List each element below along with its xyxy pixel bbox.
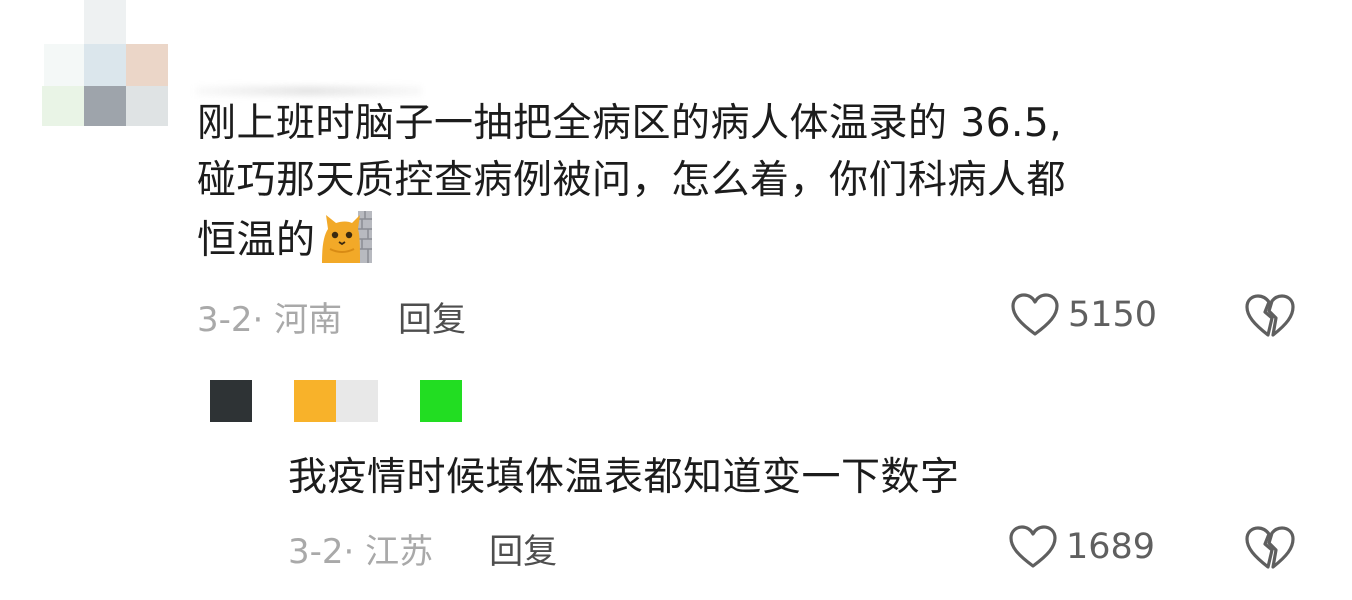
avatar-pixel <box>294 380 336 422</box>
avatar-pixel <box>336 380 378 422</box>
reply-date-location: 3-2· 江苏 <box>288 532 434 572</box>
avatar-pixel <box>420 380 462 422</box>
avatar-pixel <box>44 44 84 86</box>
like-button[interactable]: 5150 <box>1010 292 1157 338</box>
like-count: 5150 <box>1068 295 1158 335</box>
avatar-pixel <box>84 0 126 44</box>
broken-heart-icon[interactable] <box>1244 292 1296 340</box>
comment-date-location: 3-2· 河南 <box>197 300 343 340</box>
avatar-pixel <box>126 86 168 126</box>
reply-button[interactable]: 回复 <box>398 292 466 341</box>
comment-line-2: 碰巧那天质控查病例被问，怎么着，你们科病人都 <box>197 158 1067 203</box>
reply-text: 我疫情时候填体温表都知道变一下数字 <box>288 455 960 500</box>
avatar-pixel <box>126 44 168 86</box>
cat-peeking-emoji <box>321 211 372 263</box>
avatar[interactable] <box>40 0 170 126</box>
comment-line-1: 刚上班时脑子一抽把全病区的病人体温录的 36.5, <box>197 101 1063 146</box>
reply-avatar[interactable] <box>206 376 466 424</box>
comment-text: 刚上班时脑子一抽把全病区的病人体温录的 36.5, 碰巧那天质控查病例被问，怎么着… <box>197 95 1307 269</box>
reply-button[interactable]: 回复 <box>489 524 557 573</box>
comment-line-3: 恒温的 <box>197 218 316 263</box>
like-button[interactable]: 1689 <box>1008 524 1155 570</box>
avatar-pixel <box>84 86 126 126</box>
avatar-pixel <box>42 86 84 126</box>
comment-meta: 3-2· 河南 回复 <box>197 292 466 341</box>
avatar-pixel <box>84 44 126 86</box>
avatar-pixel <box>210 380 252 422</box>
heart-outline-icon <box>1009 525 1057 568</box>
reply-meta: 3-2· 江苏 回复 <box>288 524 557 573</box>
like-count: 1689 <box>1066 527 1156 567</box>
heart-outline-icon <box>1011 293 1059 336</box>
broken-heart-icon[interactable] <box>1244 524 1296 572</box>
